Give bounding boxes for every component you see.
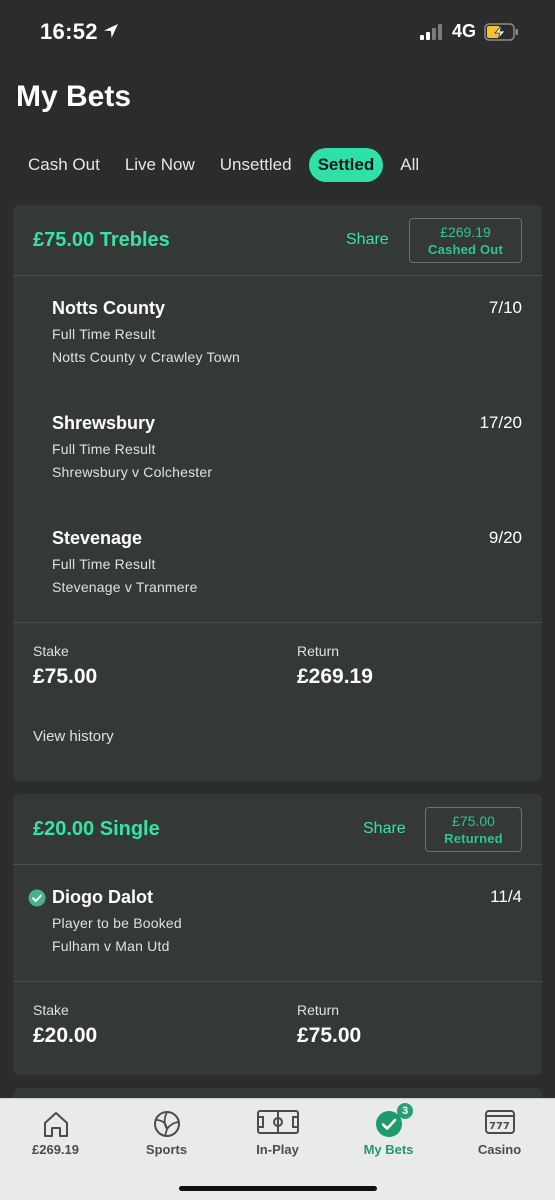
stake-value: £75.00 (33, 665, 98, 688)
nav-sports[interactable]: Sports (111, 1099, 222, 1169)
page-title: My Bets (16, 80, 132, 113)
share-button[interactable]: Share (363, 820, 406, 838)
return-value: £269.19 (297, 665, 373, 688)
nav-balance[interactable]: £269.19 (0, 1099, 111, 1169)
selection-market: Full Time Result (52, 556, 156, 572)
status-bar: 16:52 4G (0, 0, 555, 64)
status-time: 16:52 (40, 19, 98, 44)
home-icon (41, 1109, 71, 1144)
nav-label: £269.19 (32, 1142, 79, 1157)
nav-in-play[interactable]: In-Play (222, 1099, 333, 1169)
battery-charging-icon (484, 22, 520, 47)
nav-casino[interactable]: 777 Casino (444, 1099, 555, 1169)
selection-name: Stevenage (52, 528, 143, 548)
return-label: Return (297, 1002, 340, 1018)
selection-event: Stevenage v Tranmere (52, 579, 198, 595)
nav-my-bets[interactable]: 3 My Bets (333, 1099, 444, 1169)
selection-market: Player to be Booked (52, 915, 182, 931)
selection-odds: 11/4 (490, 887, 522, 906)
selection-item: Stevenage 9/20 Full Time Result Stevenag… (13, 528, 542, 598)
badge-amount: £269.19 (440, 224, 491, 240)
return-value: £75.00 (297, 1024, 362, 1047)
selection-odds: 17/20 (479, 413, 522, 432)
slot-machine-icon: 777 (484, 1109, 516, 1140)
bet-filter-tabs: Cash Out Live Now Unsettled Settled All (13, 148, 436, 182)
divider (13, 622, 542, 623)
bet-card: £75.00 Trebles Share £269.19 Cashed Out … (13, 205, 542, 781)
badge-label: Cashed Out (428, 242, 503, 257)
cashed-out-badge: £269.19 Cashed Out (409, 218, 522, 263)
tab-all[interactable]: All (392, 148, 427, 182)
selection-market: Full Time Result (52, 326, 156, 342)
badge-amount: £75.00 (452, 813, 495, 829)
bets-count-badge: 3 (397, 1103, 413, 1119)
check-circle-icon (28, 889, 46, 912)
selection-event: Notts County v Crawley Town (52, 349, 240, 365)
tab-unsettled[interactable]: Unsettled (212, 148, 300, 182)
selection-item: Shrewsbury 17/20 Full Time Result Shrews… (13, 413, 542, 483)
location-arrow-icon (102, 22, 120, 45)
network-type: 4G (452, 21, 477, 41)
bet-title: £75.00 Trebles (33, 229, 170, 251)
view-history-link[interactable]: View history (33, 728, 114, 745)
stake-label: Stake (33, 643, 69, 659)
share-button[interactable]: Share (346, 231, 389, 249)
stake-label: Stake (33, 1002, 69, 1018)
return-label: Return (297, 643, 340, 659)
nav-label: Casino (477, 1142, 522, 1157)
bet-title: £20.00 Single (33, 818, 160, 840)
selection-odds: 9/20 (488, 528, 522, 547)
signal-bars-icon (420, 24, 446, 45)
returned-badge: £75.00 Returned (425, 807, 522, 852)
pitch-icon (256, 1109, 300, 1140)
stake-value: £20.00 (33, 1024, 98, 1047)
selection-item: Notts County 7/10 Full Time Result Notts… (13, 298, 542, 368)
selection-market: Full Time Result (52, 441, 156, 457)
selection-odds: 7/10 (488, 298, 522, 317)
selection-name: Notts County (52, 298, 165, 318)
bet-card-header: £20.00 Single Share £75.00 Returned (13, 794, 542, 865)
bet-card-header: £75.00 Trebles Share £269.19 Cashed Out (13, 205, 542, 276)
football-icon (152, 1109, 182, 1144)
tab-settled[interactable]: Settled (308, 148, 384, 182)
selection-name: Diogo Dalot (52, 887, 153, 907)
selection-event: Shrewsbury v Colchester (52, 464, 213, 480)
home-indicator (179, 1186, 377, 1191)
bottom-nav: £269.19 Sports In-Play 3 My Bets 777 Cas… (0, 1098, 555, 1200)
divider (13, 981, 542, 982)
tab-cash-out[interactable]: Cash Out (20, 148, 108, 182)
svg-text:777: 777 (489, 1121, 510, 1132)
selection-event: Fulham v Man Utd (52, 938, 170, 954)
selection-item: Diogo Dalot 11/4 Player to be Booked Ful… (13, 887, 542, 957)
nav-label: In-Play (256, 1142, 299, 1157)
bet-card: £20.00 Single Share £75.00 Returned Diog… (13, 794, 542, 1075)
badge-label: Returned (444, 831, 503, 846)
tab-live-now[interactable]: Live Now (117, 148, 203, 182)
nav-label: My Bets (363, 1142, 414, 1157)
nav-label: Sports (145, 1142, 188, 1157)
selection-name: Shrewsbury (52, 413, 156, 433)
